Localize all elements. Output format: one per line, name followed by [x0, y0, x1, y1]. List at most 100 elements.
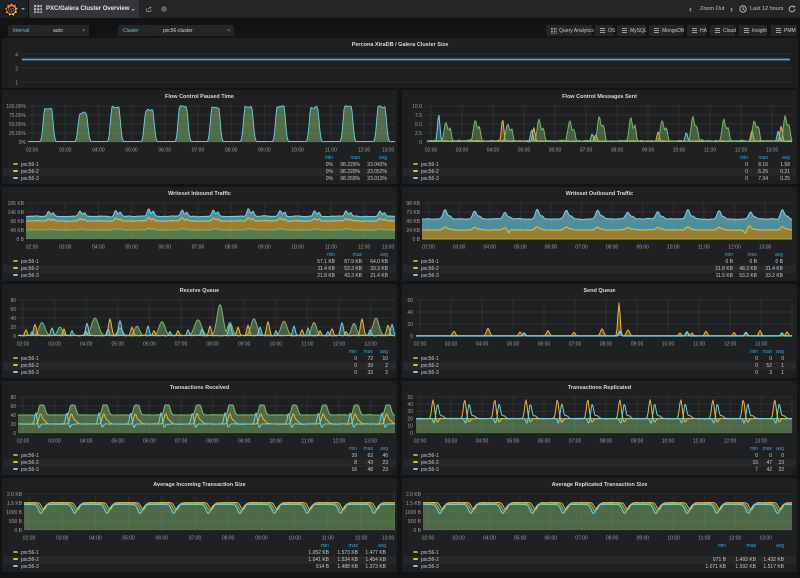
svg-text:40: 40 [407, 402, 413, 408]
svg-text:04:00: 04:00 [89, 536, 102, 542]
svg-text:49 KB: 49 KB [10, 228, 24, 234]
svg-text:08:00: 08:00 [606, 245, 619, 251]
svg-text:05:00: 05:00 [122, 536, 135, 542]
svg-text:04:00: 04:00 [476, 342, 489, 348]
svg-text:40: 40 [10, 413, 16, 419]
svg-text:12:00: 12:00 [724, 439, 737, 445]
svg-text:12:00: 12:00 [355, 536, 368, 542]
svg-text:11:00: 11:00 [301, 342, 313, 348]
svg-text:04:00: 04:00 [92, 148, 105, 154]
svg-text:09:00: 09:00 [637, 536, 650, 542]
svg-text:0%: 0% [19, 140, 27, 146]
svg-text:13:00: 13:00 [759, 245, 772, 251]
svg-text:10:00: 10:00 [270, 342, 283, 348]
svg-text:12:00: 12:00 [729, 536, 742, 542]
svg-text:20: 20 [407, 322, 413, 328]
svg-text:2.0 KB: 2.0 KB [7, 492, 23, 498]
svg-text:10: 10 [407, 424, 413, 430]
svg-text:98 KB: 98 KB [406, 201, 420, 207]
svg-text:09:00: 09:00 [636, 245, 649, 251]
svg-text:11:00: 11:00 [698, 536, 710, 542]
svg-text:12:00: 12:00 [333, 342, 346, 348]
svg-text:20: 20 [407, 416, 413, 422]
svg-text:0 B: 0 B [413, 528, 421, 534]
svg-text:0: 0 [13, 334, 16, 340]
svg-text:07:00: 07:00 [569, 439, 582, 445]
svg-text:07:00: 07:00 [569, 342, 582, 348]
svg-text:10:00: 10:00 [291, 245, 304, 251]
svg-text:04:00: 04:00 [80, 342, 93, 348]
svg-text:03:00: 03:00 [48, 439, 61, 445]
svg-text:06:00: 06:00 [143, 342, 156, 348]
svg-text:02:00: 02:00 [23, 536, 36, 542]
svg-text:50: 50 [407, 395, 413, 401]
svg-text:11:00: 11:00 [693, 439, 705, 445]
svg-text:195 KB: 195 KB [8, 201, 25, 207]
svg-text:11:00: 11:00 [693, 342, 705, 348]
svg-text:03:00: 03:00 [456, 148, 469, 154]
svg-text:04:00: 04:00 [476, 439, 489, 445]
svg-text:12:00: 12:00 [724, 342, 737, 348]
svg-text:09:00: 09:00 [258, 245, 271, 251]
svg-text:05:00: 05:00 [507, 342, 520, 348]
svg-text:10.0: 10.0 [412, 104, 422, 110]
svg-text:06:00: 06:00 [549, 148, 562, 154]
svg-text:08:00: 08:00 [600, 342, 613, 348]
svg-text:73 KB: 73 KB [406, 210, 420, 216]
svg-text:10:00: 10:00 [291, 148, 304, 154]
svg-text:04:00: 04:00 [483, 245, 496, 251]
svg-text:100.00%: 100.00% [6, 104, 26, 110]
svg-text:02:00: 02:00 [414, 439, 427, 445]
svg-text:07:00: 07:00 [580, 148, 593, 154]
svg-text:09:00: 09:00 [631, 439, 644, 445]
svg-text:11:00: 11:00 [301, 439, 313, 445]
svg-text:09:00: 09:00 [238, 342, 251, 348]
svg-text:07:00: 07:00 [189, 536, 202, 542]
svg-text:20: 20 [10, 325, 16, 331]
svg-text:06:00: 06:00 [538, 439, 551, 445]
svg-text:1.5 KB: 1.5 KB [7, 501, 23, 507]
svg-text:0: 0 [410, 334, 413, 340]
svg-text:03:00: 03:00 [453, 245, 466, 251]
svg-text:5.0: 5.0 [415, 122, 422, 128]
svg-text:09:00: 09:00 [255, 536, 268, 542]
svg-text:80: 80 [10, 298, 16, 304]
svg-text:0 B: 0 B [14, 528, 22, 534]
svg-text:4: 4 [15, 52, 18, 58]
svg-text:60: 60 [407, 298, 413, 304]
svg-text:02:00: 02:00 [17, 342, 30, 348]
svg-text:02:00: 02:00 [26, 245, 39, 251]
svg-text:04:00: 04:00 [92, 245, 105, 251]
svg-text:146 KB: 146 KB [8, 210, 25, 216]
svg-text:13:00: 13:00 [759, 536, 772, 542]
svg-text:06:00: 06:00 [159, 245, 172, 251]
svg-text:08:00: 08:00 [600, 439, 613, 445]
svg-text:05:00: 05:00 [112, 342, 125, 348]
svg-text:05:00: 05:00 [112, 439, 125, 445]
svg-text:04:00: 04:00 [483, 536, 496, 542]
svg-text:09:00: 09:00 [642, 148, 655, 154]
svg-text:1000 B: 1000 B [6, 510, 23, 516]
svg-text:06:00: 06:00 [159, 148, 172, 154]
svg-text:08:00: 08:00 [222, 536, 235, 542]
svg-text:09:00: 09:00 [258, 148, 271, 154]
svg-text:06:00: 06:00 [538, 342, 551, 348]
svg-text:500 B: 500 B [9, 519, 23, 525]
svg-text:13:00: 13:00 [382, 536, 395, 542]
svg-text:10:00: 10:00 [667, 245, 680, 251]
svg-text:24 KB: 24 KB [406, 228, 420, 234]
svg-text:60: 60 [10, 404, 16, 410]
svg-text:09:00: 09:00 [631, 342, 644, 348]
svg-text:08:00: 08:00 [225, 148, 238, 154]
svg-text:03:00: 03:00 [452, 536, 465, 542]
svg-text:80: 80 [10, 395, 16, 401]
svg-text:11:00: 11:00 [704, 148, 716, 154]
svg-text:0: 0 [13, 431, 16, 437]
svg-text:07:00: 07:00 [175, 342, 188, 348]
svg-text:08:00: 08:00 [206, 439, 219, 445]
svg-text:02:00: 02:00 [26, 148, 39, 154]
svg-text:09:00: 09:00 [238, 439, 251, 445]
svg-text:12:00: 12:00 [333, 439, 346, 445]
svg-text:07:00: 07:00 [192, 245, 205, 251]
svg-text:11:00: 11:00 [322, 536, 334, 542]
